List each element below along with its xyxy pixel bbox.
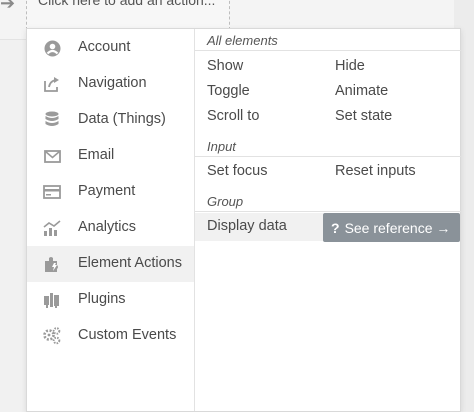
category-label: Payment [78,183,136,199]
see-reference-label: See reference → [344,219,451,236]
custom-events-icon [43,327,61,345]
email-icon [43,147,61,165]
section-title: Input [207,139,236,154]
payment-icon [43,183,61,201]
category-plugins[interactable]: Plugins [27,282,194,318]
category-account[interactable]: Account [27,30,194,66]
add-action-text[interactable]: Click here to add an action... [38,0,215,8]
account-icon [43,39,61,57]
help-icon: ? [331,219,340,236]
action-display-data[interactable]: Display data [207,218,287,234]
category-label: Custom Events [78,327,177,343]
section-title: All elements [207,33,278,48]
category-label: Element Actions [78,255,182,271]
action-scroll-to[interactable]: Scroll to [207,108,259,124]
action-toggle[interactable]: Toggle [207,83,250,99]
action-reset-inputs[interactable]: Reset inputs [335,163,416,179]
section-header-input: Input [195,135,461,157]
category-element-actions[interactable]: Element Actions [27,246,194,282]
category-payment[interactable]: Payment [27,174,194,210]
database-icon [43,111,61,129]
action-hide[interactable]: Hide [335,58,365,74]
category-data-things[interactable]: Data (Things) [27,102,194,138]
category-label: Plugins [78,291,126,307]
arrow-right-icon: ➔ [0,0,16,13]
category-label: Email [78,147,115,163]
plugins-icon [43,291,61,309]
category-analytics[interactable]: Analytics [27,210,194,246]
category-label: Navigation [78,75,147,91]
element-actions-icon [43,255,61,273]
category-label: Analytics [78,219,137,235]
action-dropdown: Account Navigation Data (Things) Email P [26,28,461,412]
category-label: Data (Things) [78,111,166,127]
category-custom-events[interactable]: Custom Events [27,318,194,354]
navigation-icon [43,75,61,93]
section-title: Group [207,194,244,209]
action-set-state[interactable]: Set state [335,108,392,124]
category-email[interactable]: Email [27,138,194,174]
action-show[interactable]: Show [207,58,243,74]
see-reference-button[interactable]: ? See reference → [323,213,460,242]
analytics-icon [43,219,61,237]
section-header-all-elements: All elements [195,29,461,51]
category-navigation[interactable]: Navigation [27,66,194,102]
action-animate[interactable]: Animate [335,83,388,99]
action-set-focus[interactable]: Set focus [207,163,267,179]
category-label: Account [78,39,131,55]
section-header-group: Group [195,190,461,212]
category-list: Account Navigation Data (Things) Email P [27,29,195,411]
